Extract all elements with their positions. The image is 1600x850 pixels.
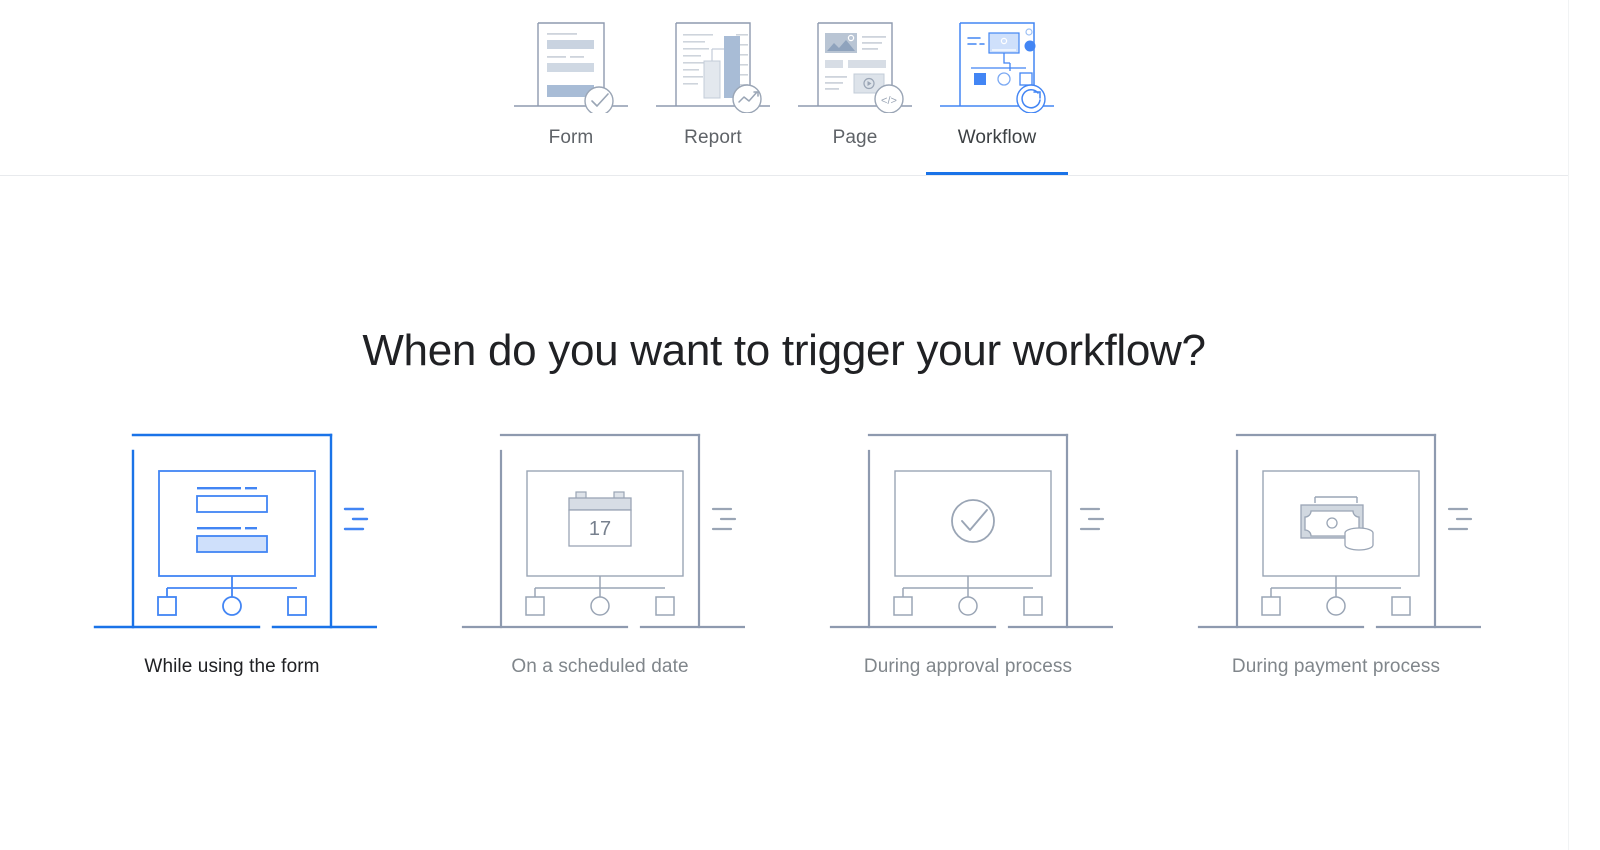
page-title: When do you want to trigger your workflo…	[362, 326, 1206, 375]
approval-check-icon	[829, 433, 1113, 629]
app-page: Form Report </> Page Workflow When do yo…	[0, 0, 1600, 850]
option-card-while-using-the-form[interactable]: While using the form	[87, 425, 377, 678]
tab-form[interactable]: Form	[500, 0, 642, 175]
trigger-options-list: While using the form 17 On a scheduled d…	[0, 425, 1568, 678]
svg-text:</>: </>	[881, 95, 897, 107]
tab-workflow-label: Workflow	[957, 127, 1037, 148]
option-card-label: During payment process	[1231, 656, 1441, 677]
tab-report[interactable]: Report	[642, 0, 784, 175]
tab-form-underline	[500, 172, 642, 175]
scrollbar-thumb[interactable]	[1578, 2, 1591, 252]
option-card-label: While using the form	[144, 656, 320, 677]
content-type-tabbar: Form Report </> Page Workflow	[0, 0, 1568, 176]
form-trigger-icon	[93, 433, 377, 629]
report-chart-icon	[642, 9, 784, 113]
tab-page-label: Page	[832, 127, 878, 148]
page-scrollbar[interactable]	[1568, 0, 1600, 850]
option-card-during-approval-process[interactable]: During approval process	[823, 425, 1113, 678]
option-card-during-payment-process[interactable]: During payment process	[1191, 425, 1481, 678]
tab-report-label: Report	[684, 127, 742, 148]
option-card-on-a-scheduled-date[interactable]: 17 On a scheduled date	[455, 425, 745, 678]
page-layout-icon: </>	[784, 9, 926, 113]
tab-workflow[interactable]: Workflow	[926, 0, 1068, 175]
option-card-label: On a scheduled date	[511, 656, 689, 677]
tab-workflow-underline	[926, 172, 1068, 175]
calendar-trigger-icon: 17	[461, 433, 745, 629]
payment-money-icon	[1197, 433, 1481, 629]
option-card-label: During approval process	[863, 656, 1073, 677]
workflow-nodes-icon	[926, 9, 1068, 113]
tab-report-underline	[642, 172, 784, 175]
tab-page[interactable]: </> Page	[784, 0, 926, 175]
tab-list: Form Report </> Page Workflow	[500, 0, 1068, 175]
tab-form-label: Form	[548, 127, 594, 148]
form-document-icon	[500, 9, 642, 113]
calendar-day-number: 17	[589, 518, 611, 540]
tab-page-underline	[784, 172, 926, 175]
